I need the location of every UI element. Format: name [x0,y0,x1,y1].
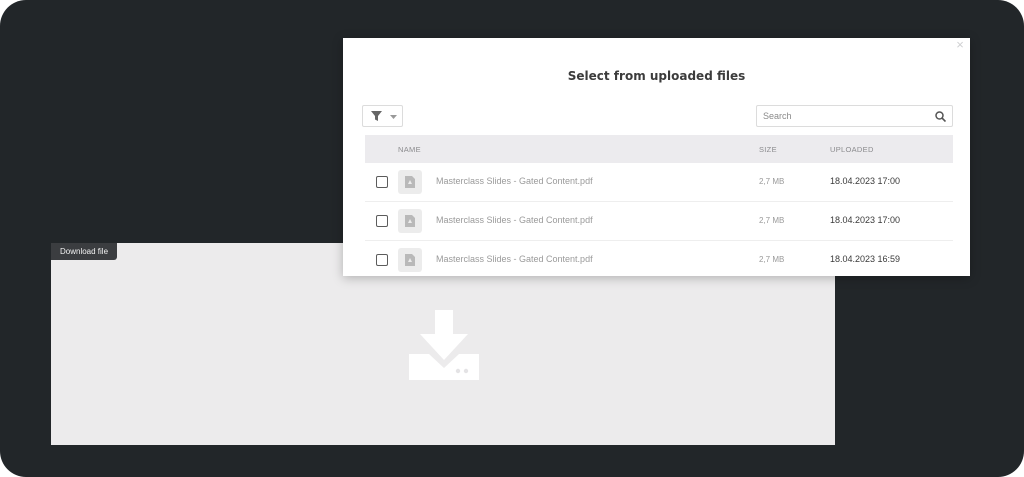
row-checkbox[interactable] [376,215,388,227]
row-checkbox[interactable] [376,254,388,266]
pdf-file-icon [398,248,422,272]
column-header-name[interactable]: NAME [398,145,421,154]
table-row[interactable]: Masterclass Slides - Gated Content.pdf 2… [365,202,953,241]
file-uploaded-date: 18.04.2023 17:00 [830,176,901,186]
file-name[interactable]: Masterclass Slides - Gated Content.pdf [436,254,593,264]
file-name[interactable]: Masterclass Slides - Gated Content.pdf [436,176,593,186]
file-uploaded-date: 18.04.2023 16:59 [830,254,901,264]
table-row[interactable]: Masterclass Slides - Gated Content.pdf 2… [365,241,953,279]
file-name[interactable]: Masterclass Slides - Gated Content.pdf [436,215,593,225]
download-file-tab: Download file [51,243,118,260]
search-icon[interactable] [935,111,946,122]
file-uploaded-date: 18.04.2023 17:00 [830,215,901,225]
search-field[interactable] [756,105,953,127]
chevron-down-icon [390,115,397,119]
file-size: 2,7 MB [759,177,785,186]
select-files-modal: × Select from uploaded files NAME SIZE U… [343,38,970,276]
table-row[interactable]: Masterclass Slides - Gated Content.pdf 2… [365,163,953,202]
filter-dropdown-button[interactable] [362,105,403,127]
filter-icon [371,111,382,121]
files-table: NAME SIZE UPLOADED Masterclass Slides - … [365,135,953,279]
search-input[interactable] [763,108,923,124]
file-size: 2,7 MB [759,216,785,225]
pdf-file-icon [398,209,422,233]
table-header: NAME SIZE UPLOADED [365,135,953,163]
column-header-uploaded[interactable]: UPLOADED [830,145,874,154]
pdf-file-icon [398,170,422,194]
modal-title: Select from uploaded files [567,69,746,83]
download-tray-icon [409,310,479,380]
row-checkbox[interactable] [376,176,388,188]
close-icon[interactable]: × [954,38,966,52]
column-header-size[interactable]: SIZE [759,145,777,154]
file-size: 2,7 MB [759,255,785,264]
